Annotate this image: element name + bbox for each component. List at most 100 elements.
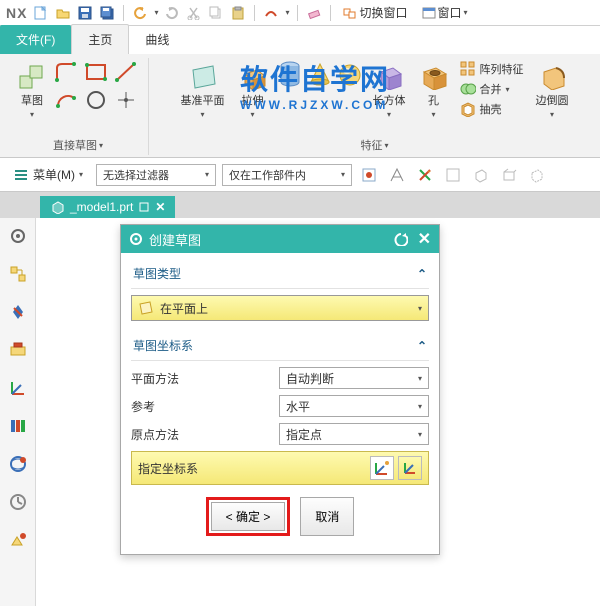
chevron-down-icon[interactable]: ▾ <box>384 141 388 150</box>
save-all-icon[interactable] <box>99 5 115 21</box>
menu-label: 菜单(M) <box>33 166 75 183</box>
separator <box>123 5 124 21</box>
window-menu-button[interactable]: 窗口 ▾ <box>418 2 472 23</box>
hole-button[interactable]: 孔▾ <box>416 60 452 121</box>
separator <box>297 5 298 21</box>
undo-icon[interactable] <box>132 5 148 21</box>
qbar-tool-5[interactable] <box>470 164 492 186</box>
edge-blend-button[interactable]: 边倒圆▾ <box>532 60 573 121</box>
part-navigator-icon[interactable] <box>6 262 30 286</box>
ribbon-group-label: 直接草图 ▾ <box>53 137 103 153</box>
switch-window-button[interactable]: 切换窗口 <box>339 2 411 23</box>
qbar-tool-2[interactable] <box>386 164 408 186</box>
specify-csys-row: 指定坐标系 <box>131 451 429 485</box>
shell-icon <box>460 101 476 117</box>
curve-dropdown-icon[interactable]: ▾ <box>285 8 289 17</box>
sphere-icon[interactable] <box>337 60 363 90</box>
redo-curve-icon[interactable] <box>263 5 279 21</box>
chevron-down-icon: ▾ <box>418 304 422 313</box>
ok-button[interactable]: < 确定 > <box>211 502 286 531</box>
ribbon-group-feature: 基准平面▾ 拉伸▾ 长方体▾ 孔▾ 阵列特征 合并▾ 抽 <box>157 58 592 155</box>
qbar-tool-7[interactable] <box>526 164 548 186</box>
assembly-icon[interactable] <box>6 338 30 362</box>
csys-pick-button[interactable] <box>398 456 422 480</box>
csys-dialog-button[interactable] <box>370 456 394 480</box>
row-reference: 参考 水平▾ <box>131 395 429 417</box>
shell-button[interactable]: 抽壳 <box>458 100 526 118</box>
cuboid-button[interactable]: 长方体▾ <box>369 60 410 121</box>
paste-icon[interactable] <box>230 5 246 21</box>
chevron-down-icon: ▾ <box>418 374 422 383</box>
close-icon[interactable]: ✕ <box>418 229 431 249</box>
dialog-titlebar[interactable]: 创建草图 ✕ <box>121 225 439 253</box>
separator <box>330 5 331 21</box>
cancel-button[interactable]: 取消 <box>300 497 354 536</box>
union-button[interactable]: 合并▾ <box>458 80 526 98</box>
profile-tool[interactable] <box>54 60 82 86</box>
file-tab[interactable]: _model1.prt ✕ <box>40 196 175 218</box>
sketch-type-combo[interactable]: 在平面上 ▾ <box>131 295 429 321</box>
settings-icon[interactable] <box>6 224 30 248</box>
circle-tool[interactable] <box>84 88 112 114</box>
sketch-button[interactable]: 草图 ▾ <box>14 60 50 121</box>
sketch-label: 草图 <box>21 92 43 108</box>
internet-icon[interactable] <box>6 452 30 476</box>
tab-file[interactable]: 文件(F) <box>0 25 71 54</box>
selection-filter-dropdown[interactable]: 无选择过滤器▾ <box>96 164 216 186</box>
row-origin-method: 原点方法 指定点▾ <box>131 423 429 445</box>
qbar-tool-4[interactable] <box>442 164 464 186</box>
line-tool[interactable] <box>114 60 142 86</box>
cylinder-icon[interactable] <box>277 60 303 90</box>
on-plane-icon <box>138 300 154 316</box>
chevron-down-icon[interactable]: ▾ <box>99 141 103 150</box>
hole-icon <box>420 62 448 90</box>
gear-icon <box>129 232 143 246</box>
reference-select[interactable]: 水平▾ <box>279 395 429 417</box>
label-specify-csys: 指定坐标系 <box>138 460 198 477</box>
datum-plane-button[interactable]: 基准平面▾ <box>177 60 229 121</box>
manufacturing-icon[interactable] <box>6 528 30 552</box>
save-icon[interactable] <box>77 5 93 21</box>
tab-curve[interactable]: 曲线 <box>129 25 185 54</box>
extrude-button[interactable]: 拉伸▾ <box>235 60 271 121</box>
part-icon <box>50 200 64 214</box>
qbar-tool-6[interactable] <box>498 164 520 186</box>
close-tab-icon[interactable]: ✕ <box>155 200 165 214</box>
history-icon[interactable] <box>6 490 30 514</box>
origin-method-select[interactable]: 指定点▾ <box>279 423 429 445</box>
point-tool[interactable] <box>114 88 142 114</box>
cone-icon[interactable] <box>307 60 333 90</box>
redo-icon[interactable] <box>164 5 180 21</box>
ok-highlight: < 确定 > <box>206 497 291 536</box>
pattern-icon <box>460 61 476 77</box>
library-icon[interactable] <box>6 414 30 438</box>
chevron-down-icon[interactable]: ▾ <box>30 110 34 119</box>
qbar-tool-3[interactable]: + <box>414 164 436 186</box>
constraint-icon[interactable] <box>6 300 30 324</box>
chevron-down-icon: ▾ <box>418 430 422 439</box>
plane-method-select[interactable]: 自动判断▾ <box>279 367 429 389</box>
ribbon-group-label: 特征 ▾ <box>360 137 388 153</box>
row-plane-method: 平面方法 自动判断▾ <box>131 367 429 389</box>
create-sketch-dialog: 创建草图 ✕ 草图类型 ⌃ 在平面上 ▾ 草图坐标系 ⌃ <box>120 224 440 555</box>
qbar-tool-1[interactable] <box>358 164 380 186</box>
open-file-icon[interactable] <box>55 5 71 21</box>
rectangle-tool[interactable] <box>84 60 112 86</box>
arc-tool[interactable] <box>54 88 82 114</box>
new-file-icon[interactable] <box>33 5 49 21</box>
section-sketch-csys[interactable]: 草图坐标系 ⌃ <box>131 333 429 361</box>
pattern-feature-button[interactable]: 阵列特征 <box>458 60 526 78</box>
reset-icon[interactable] <box>394 232 408 246</box>
file-tab-strip: _model1.prt ✕ <box>0 192 600 218</box>
scope-filter-dropdown[interactable]: 仅在工作部件内▾ <box>222 164 352 186</box>
section-sketch-type[interactable]: 草图类型 ⌃ <box>131 261 429 289</box>
datum-csys-icon[interactable] <box>6 376 30 400</box>
cut-icon[interactable] <box>186 5 202 21</box>
tab-home[interactable]: 主页 <box>71 24 129 54</box>
label-plane-method: 平面方法 <box>131 370 179 387</box>
eraser-icon[interactable] <box>306 5 322 21</box>
undo-dropdown-icon[interactable]: ▾ <box>154 8 158 17</box>
menu-button[interactable]: 菜单(M) ▾ <box>6 162 90 187</box>
chevron-down-icon: ▾ <box>418 402 422 411</box>
copy-icon[interactable] <box>208 5 224 21</box>
